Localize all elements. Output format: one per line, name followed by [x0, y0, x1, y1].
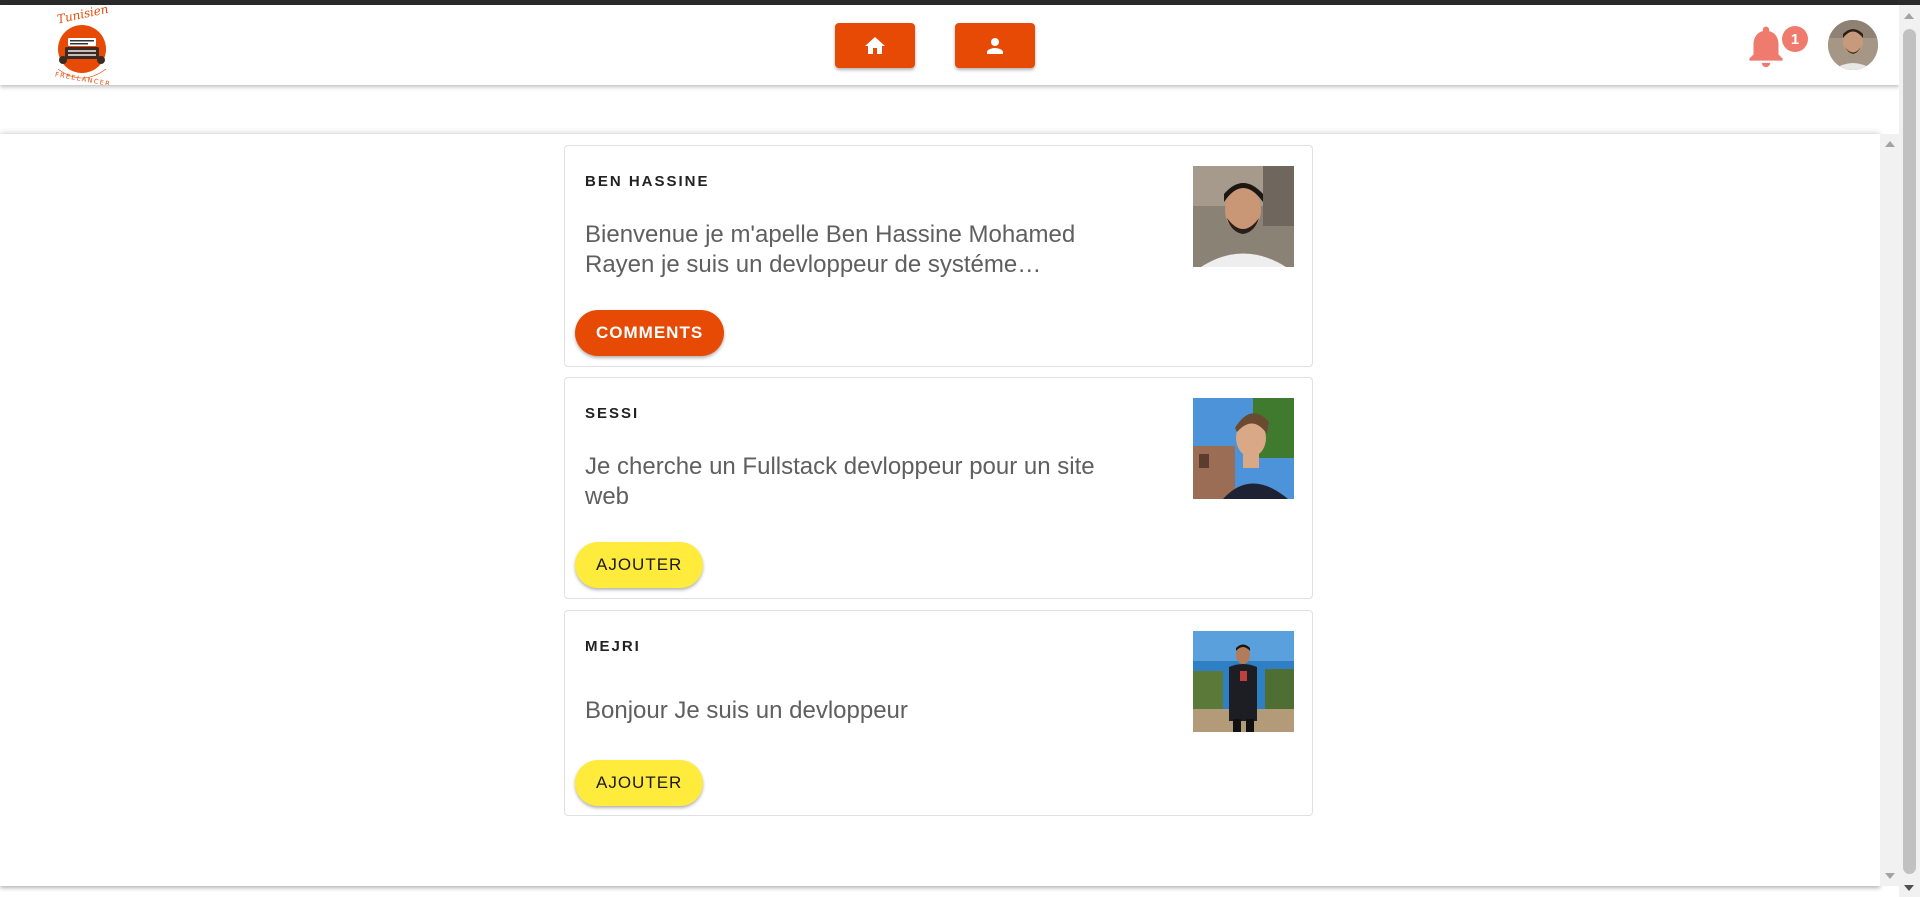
notification-count-badge: 1	[1782, 26, 1808, 52]
user-avatar-photo	[1828, 20, 1878, 70]
author-photo-image	[1193, 631, 1294, 732]
author-photo-image	[1193, 398, 1294, 499]
post-card: MEJRI Bonjour Je suis un devloppeur AJOU…	[564, 610, 1313, 816]
home-button[interactable]	[835, 23, 915, 68]
feed-scrollbar[interactable]	[1880, 134, 1899, 886]
bell-icon	[1749, 26, 1783, 68]
add-button[interactable]: AJOUTER	[575, 542, 704, 588]
logo-graphic: Tunisien FREELANCER	[54, 2, 111, 88]
post-text: Bonjour Je suis un devloppeur	[585, 697, 908, 724]
svg-text:Tunisien: Tunisien	[56, 7, 110, 26]
app-bar: Tunisien FREELANCER 1	[0, 2, 1899, 88]
notifications-button[interactable]	[1746, 25, 1786, 69]
page-scrollbar[interactable]	[1899, 5, 1920, 897]
author-photo	[1193, 166, 1294, 267]
post-text: Bienvenue je m'apelle Ben Hassine Mohame…	[585, 221, 1076, 278]
scroll-up-arrow-icon[interactable]	[1885, 141, 1895, 147]
post-author: MEJRI	[585, 638, 641, 655]
scrollbar-thumb[interactable]	[1903, 29, 1916, 874]
scroll-down-arrow-icon[interactable]	[1904, 885, 1914, 891]
tunisien-freelancer-logo[interactable]: Tunisien FREELANCER	[44, 2, 120, 88]
profile-button[interactable]	[955, 23, 1035, 68]
author-photo	[1193, 631, 1294, 732]
author-photo-image	[1193, 166, 1294, 267]
post-author: SESSI	[585, 405, 640, 422]
add-button[interactable]: AJOUTER	[575, 760, 704, 806]
user-avatar[interactable]	[1828, 20, 1878, 70]
post-text: Je cherche un Fullstack devloppeur pour …	[585, 453, 1095, 510]
post-card: SESSI Je cherche un Fullstack devloppeur…	[564, 377, 1313, 599]
comments-button[interactable]: COMMENTS	[575, 310, 725, 356]
author-photo	[1193, 398, 1294, 499]
post-author: BEN HASSINE	[585, 173, 710, 190]
scroll-down-arrow-icon[interactable]	[1885, 873, 1895, 879]
person-icon	[987, 37, 1003, 54]
home-icon	[865, 36, 885, 54]
scroll-up-arrow-icon[interactable]	[1904, 13, 1914, 19]
post-card: BEN HASSINE Bienvenue je m'apelle Ben Ha…	[564, 145, 1313, 367]
